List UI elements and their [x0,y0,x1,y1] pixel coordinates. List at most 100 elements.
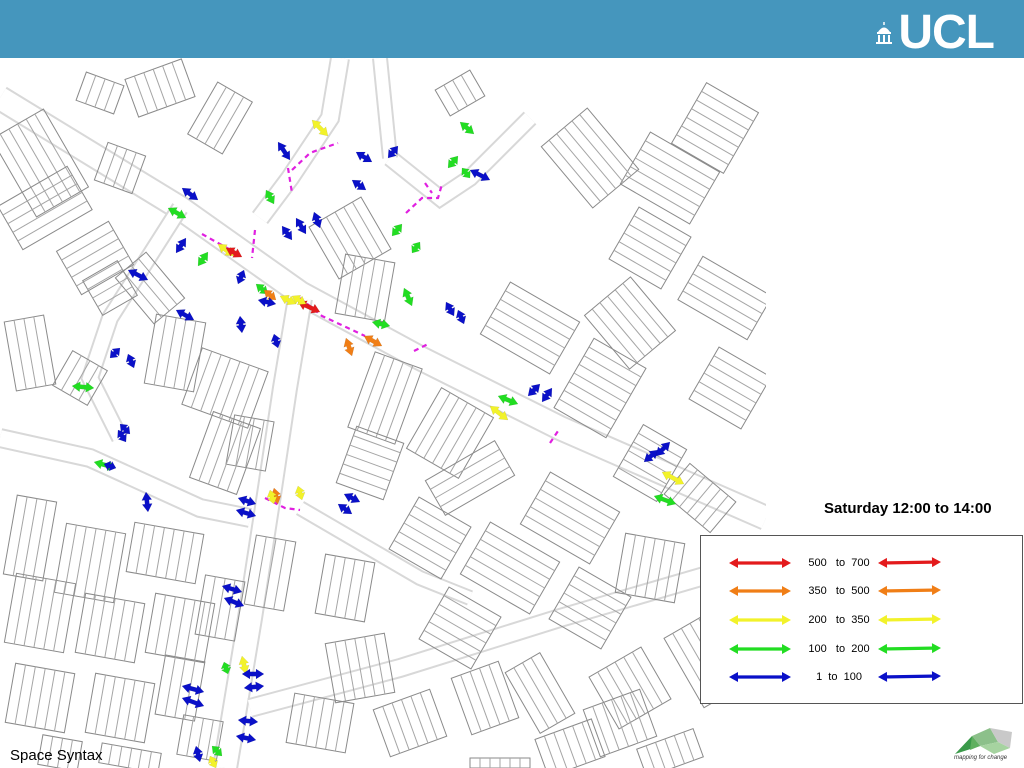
building-divider [614,289,661,344]
building-divider [614,661,646,715]
building-divider [334,701,345,752]
building-divider [443,84,460,112]
flow-arrow [455,309,467,325]
building-divider [545,480,615,522]
building-divider [17,200,88,242]
flow-arrow [277,141,291,161]
ucl-dome-icon [876,22,893,44]
building-divider [23,318,37,388]
flow-arrow [351,179,367,191]
building-divider [346,453,394,473]
building-divider [152,69,168,107]
building-divider [683,731,695,761]
building-divider [563,127,617,189]
building-divider [351,201,383,255]
building-divider [104,676,116,736]
building-divider [696,99,749,131]
building-divider [485,324,555,366]
building-divider [610,699,630,747]
building-divider [353,435,401,454]
flow-arrow [653,493,677,507]
flow-arrow [459,121,475,135]
flow-arrow [343,492,361,504]
building-block [677,255,766,341]
building-divider [449,412,486,474]
building-divider [186,716,195,757]
building-divider [423,397,460,459]
building-divider [613,249,667,281]
building-divider [124,680,136,740]
building-divider [623,656,655,710]
building-divider [625,174,695,216]
building-divider [174,530,185,581]
building-divider [682,290,753,332]
building-divider [93,530,107,600]
flow-arrow [311,211,323,229]
building-divider [324,555,336,616]
building-divider [200,354,222,412]
building-divider [571,120,624,183]
building-divider [635,157,705,199]
building-divider [14,664,27,725]
building-divider [73,526,87,596]
building-divider [568,381,622,413]
building-divider [24,666,36,726]
building-divider [438,603,492,635]
building-divider [691,108,744,140]
building-divider [123,601,136,662]
building-divider [83,528,97,598]
flow-arrow [125,353,137,369]
building-divider [342,463,391,482]
flow-arrow [109,347,121,359]
building-divider [127,748,133,768]
building-divider [513,667,550,729]
street-map [0,58,766,768]
building-divider [413,505,467,537]
building-divider [343,206,375,260]
building-divider [204,91,236,145]
building-divider [673,735,685,764]
building-divider [375,361,404,438]
building-divider [435,457,505,499]
building-divider [430,448,500,490]
building-divider [475,547,545,589]
building-divider [488,664,510,722]
building-divider [553,732,568,768]
building-block [450,660,520,736]
building-divider [133,75,149,114]
building-divider [701,90,754,122]
mapping-for-change-text: mapping for change [954,755,1008,761]
building-divider [630,166,700,208]
building-divider [623,232,677,264]
building-divider [374,260,386,321]
building-divider [703,372,757,404]
building-divider [228,364,250,422]
building-divider [114,600,126,660]
flow-arrow [197,251,209,267]
building-divider [53,671,66,732]
building-divider [410,695,429,744]
building-divider [573,372,627,404]
flow-arrow [447,155,459,169]
building-divider [687,281,758,323]
flow-arrow [337,503,353,515]
header-bar: UCL [0,0,1024,58]
building-divider [414,392,451,454]
building-divider [692,273,763,315]
building-divider [354,560,366,621]
building-divider [104,598,116,658]
building-divider [556,133,609,196]
legend-row: 1 to 100 [701,667,1022,687]
building-divider [452,79,468,107]
building-divider [578,363,632,395]
legend-label: 100 to 200 [808,643,870,655]
building-divider [443,595,497,627]
building-divider [117,746,123,767]
legend-label: 200 to 350 [808,614,870,626]
building-divider [43,580,57,650]
building-divider [572,725,587,764]
building-divider [205,719,214,760]
flow-arrow [294,485,306,501]
building-divider [33,316,47,386]
building-divider [137,749,143,768]
